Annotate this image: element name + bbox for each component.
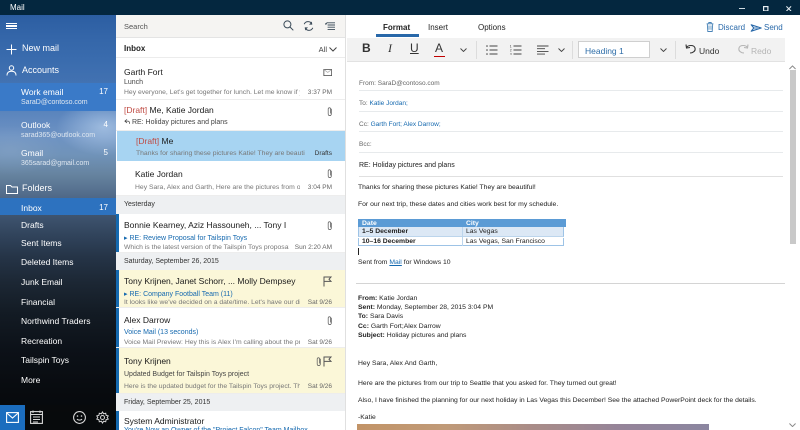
svg-text:3: 3 — [510, 52, 513, 55]
